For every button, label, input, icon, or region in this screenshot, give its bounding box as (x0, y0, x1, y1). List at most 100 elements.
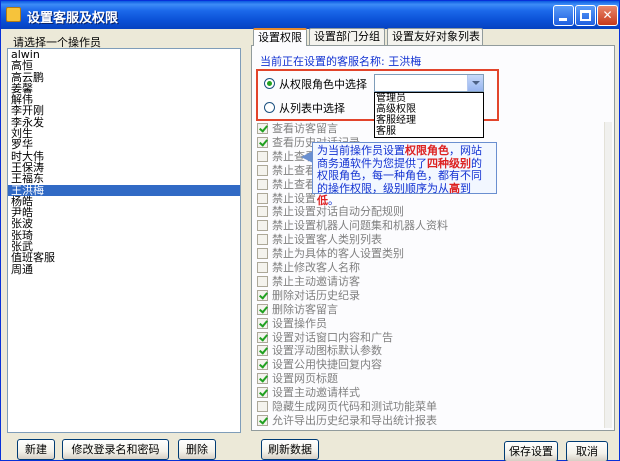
dialog-window: 设置客服及权限 ✕ 请选择一个操作员 alwin 高恒 高云鹏 姜馨 解伟 李开刚 李永发刘… (0, 0, 620, 461)
operator-list-item[interactable]: 刘生 (8, 128, 240, 140)
close-icon: ✕ (602, 8, 613, 22)
permission-checkbox[interactable] (257, 317, 268, 329)
cancel-button[interactable]: 取消 (566, 441, 608, 461)
modify-login-button[interactable]: 修改登录名和密码 (62, 439, 169, 460)
permission-checkbox[interactable] (257, 414, 268, 426)
role-option[interactable]: 客服经理 (375, 115, 483, 126)
permission-checkbox[interactable] (257, 359, 268, 371)
permission-label: 禁止主动邀请访客 (272, 274, 360, 288)
list-radio-label[interactable]: 从列表中选择 (279, 100, 345, 116)
callout-part: 。 (328, 194, 339, 207)
permission-checkbox[interactable] (257, 234, 268, 246)
permission-checkbox[interactable] (257, 178, 268, 190)
permission-checkbox[interactable] (257, 331, 268, 343)
current-operator-label: 当前正在设置的客服名称: 王洪梅 (260, 55, 422, 68)
operator-list-item[interactable]: 姜馨 (8, 83, 240, 95)
permission-checkbox[interactable] (257, 192, 268, 204)
callout-highlight: 高 (449, 181, 460, 195)
permission-label: 禁止查看 (272, 163, 316, 177)
operator-list-item[interactable]: 张琦 (8, 229, 240, 241)
permissions-panel: 当前正在设置的客服名称: 王洪梅 从权限角色中选择 从列表中选择 管理员 高级权限… (251, 45, 615, 431)
operator-list-item[interactable]: alwin (8, 49, 240, 60)
permission-label: 禁止设置客人类别列表 (272, 233, 382, 247)
callout-highlight: 权限角色 (405, 144, 449, 157)
operator-list-item[interactable]: 罗华 (8, 139, 240, 151)
minimize-icon (559, 18, 567, 21)
permission-checkbox[interactable] (257, 345, 268, 357)
permission-label: 设置主动邀请样式 (272, 386, 360, 400)
callout-part: 到 (460, 181, 471, 195)
permission-label: 允许导出历史纪录和导出统计报表 (272, 413, 437, 427)
help-callout: 为当前操作员设置权限角色，网站商务通软件为您提供了四种级别的权限角色，每一种角色… (312, 142, 497, 207)
permission-checkbox[interactable] (257, 220, 268, 232)
operator-list-item[interactable]: 尹皓 (8, 207, 240, 219)
callout-text: 为当前操作员设置权限角色，网站商务通软件为您提供了四种级别的权限角色，每一种角色… (313, 143, 496, 210)
tab-friendly-objects[interactable]: 设置友好对象列表 (387, 28, 483, 45)
permission-checkbox[interactable] (257, 136, 268, 148)
chevron-down-icon[interactable] (467, 75, 483, 91)
permission-label: 禁止修改客人名称 (272, 261, 360, 274)
permission-checkbox[interactable] (257, 123, 268, 134)
permission-label: 设置对话窗口内容和广告 (272, 330, 393, 344)
permission-label: 设置操作员 (272, 316, 327, 330)
role-radio[interactable] (264, 78, 275, 89)
permission-label: 查看访客留言 (272, 122, 338, 135)
operator-list-item[interactable]: 李永发 (8, 116, 240, 128)
role-dropdown-list[interactable]: 管理员 高级权限 客服经理 客服 (374, 92, 484, 138)
callout-highlight: 四种级别 (427, 156, 471, 170)
permission-checkbox[interactable] (257, 275, 268, 287)
callout-highlight: 低 (317, 194, 328, 207)
operator-list-item[interactable]: 王洪梅 (8, 184, 240, 196)
operator-list-item[interactable]: 张波 (8, 218, 240, 230)
permission-label: 禁止查看 (272, 177, 316, 191)
radio-selected-dot (267, 81, 272, 86)
role-option[interactable]: 客服 (375, 126, 483, 137)
role-radio-label[interactable]: 从权限角色中选择 (279, 76, 367, 92)
permission-label: 隐藏生成网页代码和测试功能菜单 (272, 400, 437, 413)
permission-checkbox[interactable] (257, 373, 268, 385)
window-title: 设置客服及权限 (27, 11, 119, 26)
close-button[interactable]: ✕ (597, 5, 618, 26)
permission-checkbox[interactable] (257, 248, 268, 260)
permission-checkbox[interactable] (257, 150, 268, 162)
operator-list-item[interactable]: 高云鹏 (8, 71, 240, 83)
save-settings-button[interactable]: 保存设置 (504, 441, 558, 461)
operator-list[interactable]: alwin 高恒 高云鹏 姜馨 解伟 李开刚 李永发 刘生 罗华 时大伟 王保涛 王福东 王洪梅 杨皓 尹皓… (7, 48, 241, 433)
operator-list-item[interactable]: 周通 (8, 263, 240, 275)
permission-checkbox[interactable] (257, 303, 268, 315)
operator-list-item[interactable]: 值班客服 (8, 252, 240, 264)
permission-label: 设置浮动图标默认参数 (272, 344, 382, 358)
operator-list-item[interactable]: 杨皓 (8, 196, 240, 208)
permission-label: 禁止设置 (272, 191, 316, 205)
permission-label: 禁止为具体的客人设置类别 (272, 247, 404, 261)
delete-button[interactable]: 删除 (178, 439, 216, 460)
permission-checkbox[interactable] (257, 387, 268, 399)
operator-list-item[interactable]: 高恒 (8, 60, 240, 72)
permission-checkbox[interactable] (257, 262, 268, 273)
app-icon (6, 7, 21, 22)
tab-department-groups[interactable]: 设置部门分组 (309, 28, 385, 45)
title-bar[interactable]: 设置客服及权限 ✕ (1, 1, 619, 29)
operator-list-item[interactable]: 王福东 (8, 173, 240, 185)
tab-permissions[interactable]: 设置权限 (253, 28, 307, 46)
role-select[interactable] (374, 74, 484, 92)
permission-checkbox[interactable] (257, 401, 268, 412)
maximize-button[interactable] (575, 5, 596, 26)
role-option[interactable]: 高级权限 (375, 104, 483, 115)
list-radio[interactable] (264, 102, 275, 113)
role-option[interactable]: 管理员 (375, 93, 483, 104)
permission-label: 设置公用快捷回复内容 (272, 358, 382, 372)
permission-checkbox[interactable] (257, 206, 268, 218)
refresh-button[interactable]: 刷新数据 (261, 439, 319, 460)
permission-scrollbar[interactable] (604, 122, 612, 428)
maximize-icon (580, 10, 591, 21)
permission-label: 删除访客留言 (272, 302, 338, 316)
minimize-button[interactable] (553, 5, 574, 26)
permission-checkbox[interactable] (257, 164, 268, 176)
permission-label: 禁止设置机器人问题集和机器人资料 (272, 219, 448, 233)
new-button[interactable]: 新建 (17, 439, 55, 460)
callout-part: 为当前操作员设置 (317, 144, 405, 157)
permission-checkbox[interactable] (257, 289, 268, 301)
permission-label: 删除对话历史纪录 (272, 288, 360, 302)
role-selection-box: 从权限角色中选择 从列表中选择 管理员 高级权限 客服经理 客服 (256, 69, 499, 138)
